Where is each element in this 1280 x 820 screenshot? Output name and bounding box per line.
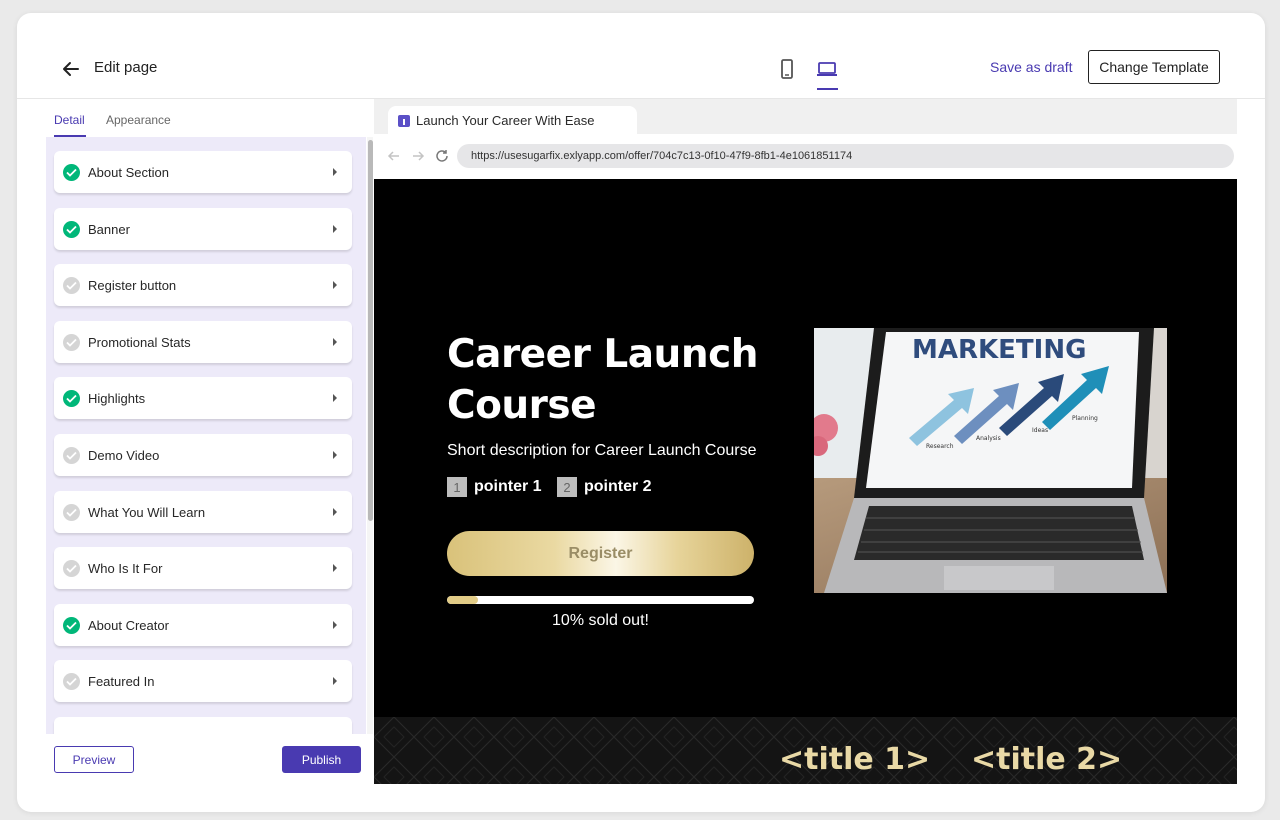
register-button[interactable]: Register: [447, 531, 754, 576]
change-template-button[interactable]: Change Template: [1088, 50, 1220, 84]
sold-out-text: 10% sold out!: [552, 612, 649, 629]
section-item[interactable]: Featured In: [54, 660, 352, 702]
section-item[interactable]: Who Is It For: [54, 547, 352, 589]
sold-progress-bar: [447, 596, 754, 604]
image-step-label: Planning: [1072, 415, 1098, 422]
editor-sidebar: Detail Appearance About Section Banner Reg…: [46, 99, 373, 812]
image-step-label: Analysis: [976, 435, 1001, 442]
section-item-label: Register button: [88, 278, 177, 293]
caret-right-icon: [333, 677, 337, 685]
active-device-indicator: [817, 88, 838, 90]
editor-window: Edit page Save as draft Change Template …: [17, 13, 1265, 812]
caret-right-icon: [333, 225, 337, 233]
favicon-icon: [398, 115, 410, 127]
course-title: Career Launch Course: [447, 332, 758, 428]
mobile-view-icon[interactable]: [775, 57, 799, 81]
forward-nav-icon[interactable]: [410, 148, 426, 164]
page-header: Edit page Save as draft Change Template: [17, 13, 1265, 99]
browser-tab-title: Launch Your Career With Ease: [416, 113, 595, 128]
check-pending-icon: [63, 560, 80, 577]
back-nav-icon[interactable]: [386, 148, 402, 164]
sold-progress-fill: [447, 596, 478, 604]
browser-nav-bar: https://usesugarfix.exlyapp.com/offer/70…: [374, 134, 1237, 179]
check-done-icon: [63, 221, 80, 238]
section-item[interactable]: Promotional Stats: [54, 321, 352, 363]
section-item[interactable]: [54, 717, 352, 734]
band-title: <title 2>: [971, 742, 1123, 777]
save-as-draft-link[interactable]: Save as draft: [990, 59, 1073, 75]
section-item-label: Highlights: [88, 391, 146, 406]
publish-button[interactable]: Publish: [282, 746, 361, 773]
course-description: Short description for Career Launch Cour…: [447, 442, 757, 459]
check-pending-icon: [63, 277, 80, 294]
caret-right-icon: [333, 394, 337, 402]
back-arrow-icon[interactable]: [59, 57, 83, 81]
page-preview: Launch Your Career With Ease https://use…: [374, 99, 1237, 784]
section-item-label: Demo Video: [88, 448, 160, 463]
section-item-label: Featured In: [88, 674, 155, 689]
section-item-label: About Section: [88, 165, 169, 180]
image-step-label: Research: [926, 443, 954, 450]
section-item[interactable]: Demo Video: [54, 434, 352, 476]
band-title: <title 1>: [779, 742, 931, 777]
caret-right-icon: [333, 168, 337, 176]
section-list: About Section Banner Register button Promot…: [46, 137, 366, 734]
pointer-label: pointer 1: [474, 478, 542, 495]
course-image: MARKETING Research Analysis Ideas Planni…: [814, 328, 1167, 593]
page-title: Edit page: [94, 59, 158, 76]
check-done-icon: [63, 164, 80, 181]
section-item-label: What You Will Learn: [88, 505, 206, 520]
section-item[interactable]: What You Will Learn: [54, 491, 352, 533]
caret-right-icon: [333, 621, 337, 629]
section-item[interactable]: About Section: [54, 151, 352, 193]
section-item[interactable]: Banner: [54, 208, 352, 250]
caret-right-icon: [333, 338, 337, 346]
titles-band: <title 1> <title 2>: [374, 717, 1237, 784]
check-pending-icon: [63, 447, 80, 464]
check-pending-icon: [63, 334, 80, 351]
check-done-icon: [63, 617, 80, 634]
browser-tab[interactable]: Launch Your Career With Ease: [388, 106, 637, 134]
marketing-text: MARKETING: [912, 335, 1086, 365]
section-list-scrollbar[interactable]: [367, 137, 373, 734]
caret-right-icon: [333, 281, 337, 289]
caret-right-icon: [333, 451, 337, 459]
reload-icon[interactable]: [434, 148, 450, 164]
tab-appearance[interactable]: Appearance: [106, 113, 171, 127]
browser-chrome: Launch Your Career With Ease https://use…: [374, 99, 1237, 179]
section-item[interactable]: Highlights: [54, 377, 352, 419]
caret-right-icon: [333, 508, 337, 516]
preview-button[interactable]: Preview: [54, 746, 134, 773]
url-text: https://usesugarfix.exlyapp.com/offer/70…: [471, 150, 853, 162]
caret-right-icon: [333, 564, 337, 572]
sidebar-tabs: Detail Appearance: [46, 99, 373, 137]
check-pending-icon: [63, 504, 80, 521]
address-bar[interactable]: https://usesugarfix.exlyapp.com/offer/70…: [457, 144, 1234, 168]
section-item-label: About Creator: [88, 618, 169, 633]
pointer-number: 1: [447, 477, 467, 497]
section-item[interactable]: Register button: [54, 264, 352, 306]
desktop-view-icon[interactable]: [815, 57, 839, 81]
pointer-number: 2: [557, 477, 577, 497]
section-item-label: Promotional Stats: [88, 335, 191, 350]
section-item-label: Who Is It For: [88, 561, 163, 576]
image-step-label: Ideas: [1032, 427, 1048, 434]
scrollbar-thumb[interactable]: [368, 140, 373, 521]
check-pending-icon: [63, 673, 80, 690]
section-item[interactable]: About Creator: [54, 604, 352, 646]
pointer-label: pointer 2: [584, 478, 652, 495]
hero-section: Career Launch Course Short description f…: [374, 179, 1237, 717]
browser-tab-strip: Launch Your Career With Ease: [374, 99, 1237, 134]
section-item-label: Banner: [88, 222, 130, 237]
tab-detail[interactable]: Detail: [54, 113, 85, 127]
check-done-icon: [63, 390, 80, 407]
